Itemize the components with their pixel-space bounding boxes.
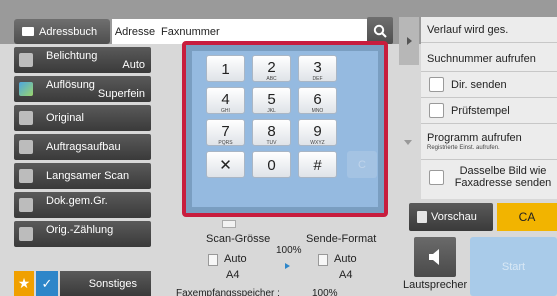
program-call-label: Programm aufrufen bbox=[427, 132, 522, 144]
resolution-icon bbox=[19, 82, 33, 96]
key-8[interactable]: 8 TUV bbox=[252, 119, 291, 146]
original-icon bbox=[19, 111, 33, 125]
scan-size-label: Scan-Grösse bbox=[206, 233, 271, 245]
key-3[interactable]: 3 DEF bbox=[298, 55, 337, 82]
resolution-button[interactable]: Auflösung Superfein bbox=[14, 76, 151, 102]
send-paper-icon bbox=[318, 254, 328, 266]
check-stamp-item[interactable]: Prüfstempel bbox=[421, 98, 557, 124]
scan-size-value[interactable]: Auto bbox=[224, 253, 247, 265]
original-count-button[interactable]: Orig.-Zählung bbox=[14, 221, 151, 247]
address-book-button[interactable]: Adressbuch bbox=[14, 19, 110, 44]
original-count-title: Orig.-Zählung bbox=[46, 224, 114, 236]
preview-label: Vorschau bbox=[431, 211, 477, 223]
numeric-keypad: 1 2 ABC 3 DEF 4 GHI 5 JKL 6 MNO 7 PQRS 8 TUV 9W… bbox=[192, 51, 378, 207]
key-4[interactable]: 4 GHI bbox=[206, 87, 245, 114]
speaker-button[interactable] bbox=[414, 237, 456, 277]
bottom-left-bar: ★ ✓ Sonstiges bbox=[14, 271, 151, 296]
arrow-right-icon bbox=[406, 37, 412, 45]
other-button[interactable]: Sonstiges bbox=[60, 271, 151, 296]
send-format-value[interactable]: Auto bbox=[334, 253, 357, 265]
star-icon: ★ bbox=[17, 275, 31, 291]
exposure-button[interactable]: Belichtung Auto bbox=[14, 47, 151, 73]
resolution-title: Auflösung bbox=[46, 79, 95, 91]
direct-send-item[interactable]: Dir. senden bbox=[421, 72, 557, 98]
job-build-title: Auftragsaufbau bbox=[46, 141, 121, 153]
scroll-down-icon[interactable] bbox=[404, 140, 412, 145]
key-2[interactable]: 2 ABC bbox=[252, 55, 291, 82]
scan-info-panel: Scan-Grösse Sende-Format 100% Auto Auto … bbox=[160, 220, 400, 296]
search-icon bbox=[373, 24, 387, 38]
key-9[interactable]: 9 WXYZ bbox=[298, 119, 337, 146]
checkmark-icon: ✓ bbox=[41, 275, 53, 291]
key-5[interactable]: 5 JKL bbox=[252, 87, 291, 114]
action-panel: Verlauf wird ges. Suchnummer aufrufen Di… bbox=[421, 17, 557, 199]
memory-value: 100% bbox=[312, 288, 338, 296]
ca-button[interactable]: CA bbox=[497, 203, 557, 231]
job-build-icon bbox=[19, 140, 33, 154]
panel-toggle-button[interactable] bbox=[399, 17, 419, 65]
ratio-value: 100% bbox=[276, 245, 302, 256]
slow-scan-button[interactable]: Langsamer Scan bbox=[14, 163, 151, 189]
key-hash[interactable]: # bbox=[298, 151, 337, 178]
preview-icon bbox=[417, 211, 427, 223]
speaker-label: Lautsprecher bbox=[403, 279, 468, 291]
settings-menu: Belichtung Auto Auflösung Superfein Orig… bbox=[14, 44, 151, 247]
key-7[interactable]: 7 PQRS bbox=[206, 119, 245, 146]
program-call-sub: Registrierte Einst. aufrufen. bbox=[427, 145, 500, 151]
program-call-item[interactable]: Programm aufrufen Registrierte Einst. au… bbox=[421, 124, 557, 160]
keypad-highlight-frame: 1 2 ABC 3 DEF 4 GHI 5 JKL 6 MNO 7 PQRS 8 TUV 9W… bbox=[182, 41, 388, 217]
original-count-icon bbox=[19, 227, 33, 241]
original-title: Original bbox=[46, 112, 84, 124]
direct-send-checkbox[interactable] bbox=[429, 77, 444, 92]
history-item[interactable]: Verlauf wird ges. bbox=[421, 17, 557, 43]
key-1[interactable]: 1 bbox=[206, 55, 245, 82]
start-button[interactable]: Start bbox=[470, 237, 557, 296]
mixed-size-title: Dok.gem.Gr. bbox=[46, 195, 108, 207]
resolution-value: Superfein bbox=[97, 88, 145, 100]
original-button[interactable]: Original bbox=[14, 105, 151, 131]
exposure-icon bbox=[19, 53, 33, 67]
arrow-right-icon bbox=[285, 263, 290, 269]
same-image-checkbox[interactable] bbox=[429, 170, 444, 185]
address-book-icon bbox=[22, 27, 34, 36]
direct-send-label: Dir. senden bbox=[451, 79, 507, 91]
same-image-label: Dasselbe Bild wie Faxadresse senden bbox=[454, 165, 552, 189]
same-image-item[interactable]: Dasselbe Bild wie Faxadresse senden bbox=[421, 160, 557, 199]
address-book-label: Adressbuch bbox=[39, 25, 98, 38]
search-number-item[interactable]: Suchnummer aufrufen bbox=[421, 43, 557, 72]
favorite-button[interactable]: ★ bbox=[14, 271, 34, 296]
mixed-size-icon bbox=[19, 198, 33, 212]
check-stamp-checkbox[interactable] bbox=[429, 103, 444, 118]
preview-button[interactable]: Vorschau bbox=[409, 203, 493, 231]
key-0[interactable]: 0 bbox=[252, 151, 291, 178]
send-format-label: Sende-Format bbox=[306, 233, 377, 245]
address-label: Adresse bbox=[112, 19, 158, 44]
checklist-button[interactable]: ✓ bbox=[36, 271, 58, 296]
exposure-title: Belichtung bbox=[46, 50, 98, 62]
document-icon bbox=[222, 220, 236, 228]
send-paper-size: A4 bbox=[339, 269, 353, 281]
speaker-icon bbox=[429, 249, 439, 265]
search-button[interactable] bbox=[367, 17, 393, 44]
slow-scan-title: Langsamer Scan bbox=[46, 170, 130, 182]
key-6[interactable]: 6 MNO bbox=[298, 87, 337, 114]
job-build-button[interactable]: Auftragsaufbau bbox=[14, 134, 151, 160]
check-stamp-label: Prüfstempel bbox=[451, 105, 510, 117]
exposure-value: Auto bbox=[122, 59, 145, 71]
key-pause[interactable]: ✕ bbox=[206, 151, 245, 178]
mixed-size-button[interactable]: Dok.gem.Gr. bbox=[14, 192, 151, 218]
scan-paper-size: A4 bbox=[226, 269, 240, 281]
slow-scan-icon bbox=[19, 169, 33, 183]
scan-paper-icon bbox=[208, 254, 218, 266]
clear-key[interactable]: C bbox=[347, 151, 377, 178]
memory-label: Faxempfangsspeicher : bbox=[176, 288, 280, 296]
